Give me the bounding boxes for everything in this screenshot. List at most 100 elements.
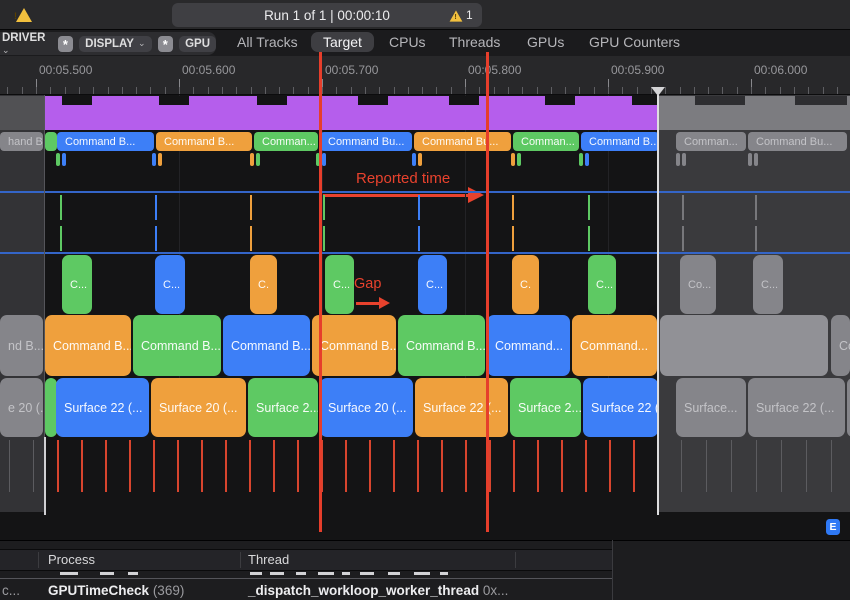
vsync-notch — [449, 96, 479, 105]
ruler-label: 00:05.500 — [39, 63, 92, 77]
tab-threads[interactable]: Threads — [449, 34, 500, 50]
ruler-minor-tick — [508, 87, 509, 94]
command2-block[interactable]: Command B... — [45, 315, 131, 376]
c-block[interactable]: C... — [325, 255, 354, 314]
driver-star-button[interactable]: * — [58, 36, 74, 52]
command2-block[interactable] — [660, 315, 828, 376]
surface-block[interactable]: Surface 22 (... — [748, 378, 845, 437]
event-pill — [511, 153, 515, 166]
inspection-line-start[interactable] — [319, 52, 322, 532]
command2-block[interactable]: Command B... — [312, 315, 396, 376]
command2-block[interactable]: Command... — [487, 315, 570, 376]
ruler-minor-tick — [279, 87, 280, 94]
vsync-dim-tick — [681, 440, 682, 492]
command1-block[interactable]: Command B... — [156, 132, 252, 151]
command2-block[interactable]: Command... — [572, 315, 657, 376]
ruler-label: 00:05.600 — [182, 63, 235, 77]
c-block[interactable]: Co... — [680, 255, 716, 314]
command2-block[interactable]: Command B... — [133, 315, 221, 376]
table-row[interactable]: GPUTimeCheck (369) — [48, 583, 184, 598]
ruler-minor-tick — [308, 87, 309, 94]
warning-icon[interactable]: ! — [16, 8, 32, 22]
c-block[interactable]: C... — [155, 255, 185, 314]
surface-block[interactable]: Surface... — [676, 378, 746, 437]
command2-block[interactable]: Command B... — [223, 315, 310, 376]
vsync-red-tick — [105, 440, 107, 492]
gpu-button[interactable]: GPU — [179, 36, 216, 52]
tab-all-tracks[interactable]: All Tracks — [237, 34, 298, 50]
command1-block[interactable]: Command B... — [57, 132, 154, 151]
event-pill — [676, 153, 680, 166]
surface-block[interactable]: Surface 20 (... — [320, 378, 413, 437]
command1-block[interactable]: Command Bu... — [320, 132, 412, 151]
vsync-red-tick — [513, 440, 515, 492]
tab-gpu-counters[interactable]: GPU Counters — [589, 34, 680, 50]
driver-dropdown[interactable]: DRIVER ⌄ — [2, 32, 52, 56]
command1-block[interactable]: Command B... — [581, 132, 659, 151]
c-block[interactable]: C... — [753, 255, 783, 314]
c-block[interactable]: C... — [62, 255, 92, 314]
command2-block[interactable]: nd B... — [0, 315, 43, 376]
clipped-row-text — [60, 572, 78, 575]
clipped-row-text — [414, 572, 430, 575]
energy-badge[interactable]: E — [826, 519, 840, 535]
command2-block[interactable]: Co... — [831, 315, 850, 376]
display-star-button[interactable]: * — [158, 36, 174, 52]
process-pid: (369) — [153, 583, 185, 598]
ruler-label: 00:05.700 — [325, 63, 378, 77]
playhead-line[interactable] — [657, 95, 659, 515]
surface-block[interactable]: Surface 2... — [248, 378, 318, 437]
table-row[interactable]: _dispatch_workloop_worker_thread 0x... — [248, 583, 508, 598]
tab-target[interactable]: Target — [311, 32, 374, 52]
c-block[interactable]: C. — [512, 255, 539, 314]
ruler-minor-tick — [823, 87, 824, 94]
tab-cpus[interactable]: CPUs — [389, 34, 426, 50]
surface-block[interactable]: Surface 22 (... — [583, 378, 658, 437]
c-block[interactable]: C... — [588, 255, 616, 314]
vsync-red-tick — [417, 440, 419, 492]
c-block[interactable]: C. — [250, 255, 277, 314]
clipped-row-text — [250, 572, 262, 575]
command1-block[interactable] — [45, 132, 57, 151]
playhead-marker-icon[interactable] — [651, 87, 665, 96]
filter-boundary-line — [44, 95, 45, 437]
command1-block[interactable]: Comman... — [254, 132, 318, 151]
vsync-red-tick — [345, 440, 347, 492]
column-header-thread[interactable]: Thread — [248, 552, 289, 567]
c-block[interactable]: C... — [418, 255, 447, 314]
ruler-minor-tick — [165, 87, 166, 94]
ruler-minor-tick — [336, 87, 337, 94]
command1-block[interactable]: Command Bu... — [414, 132, 511, 151]
vsync-notch — [62, 96, 92, 105]
surface-block[interactable]: e 20 (... — [0, 378, 43, 437]
column-header-process[interactable]: Process — [48, 552, 95, 567]
reported-time-label: Reported time — [356, 170, 450, 187]
command1-block[interactable]: Comman... — [513, 132, 579, 151]
vsync-red-tick — [393, 440, 395, 492]
inspection-line-end[interactable] — [486, 52, 489, 532]
surface-block[interactable]: Surface 22 (... — [415, 378, 508, 437]
gap-arrow — [356, 302, 380, 305]
vsync-dim-tick — [33, 440, 34, 492]
display-dropdown[interactable]: DISPLAY ⌄ — [79, 36, 151, 52]
chevron-down-icon: ⌄ — [138, 38, 146, 49]
command1-block[interactable]: Comman... — [676, 132, 746, 151]
filter-boundary-line[interactable] — [44, 437, 46, 515]
vsync-red-tick — [369, 440, 371, 492]
surface-block[interactable]: Surface 22 (... — [56, 378, 149, 437]
clipped-row-text — [100, 572, 114, 575]
vsync-red-tick — [609, 440, 611, 492]
command2-block[interactable]: Command B... — [398, 315, 485, 376]
vsync-notch — [257, 96, 287, 105]
ruler-minor-tick — [22, 87, 23, 94]
event-pill — [748, 153, 752, 166]
arrow-head-icon — [379, 297, 390, 309]
warning-icon-small[interactable]: ! — [448, 9, 464, 26]
ruler-minor-tick — [594, 87, 595, 94]
surface-block[interactable]: Surface 2... — [510, 378, 581, 437]
tab-gpus[interactable]: GPUs — [527, 34, 564, 50]
command1-block[interactable]: hand Bu... — [0, 132, 43, 151]
surface-block[interactable]: Surface 20 (... — [151, 378, 246, 437]
command1-block[interactable]: Command Bu... — [748, 132, 847, 151]
run-status-pill[interactable]: Run 1 of 1 | 00:00:10 ! 1 — [172, 3, 482, 27]
